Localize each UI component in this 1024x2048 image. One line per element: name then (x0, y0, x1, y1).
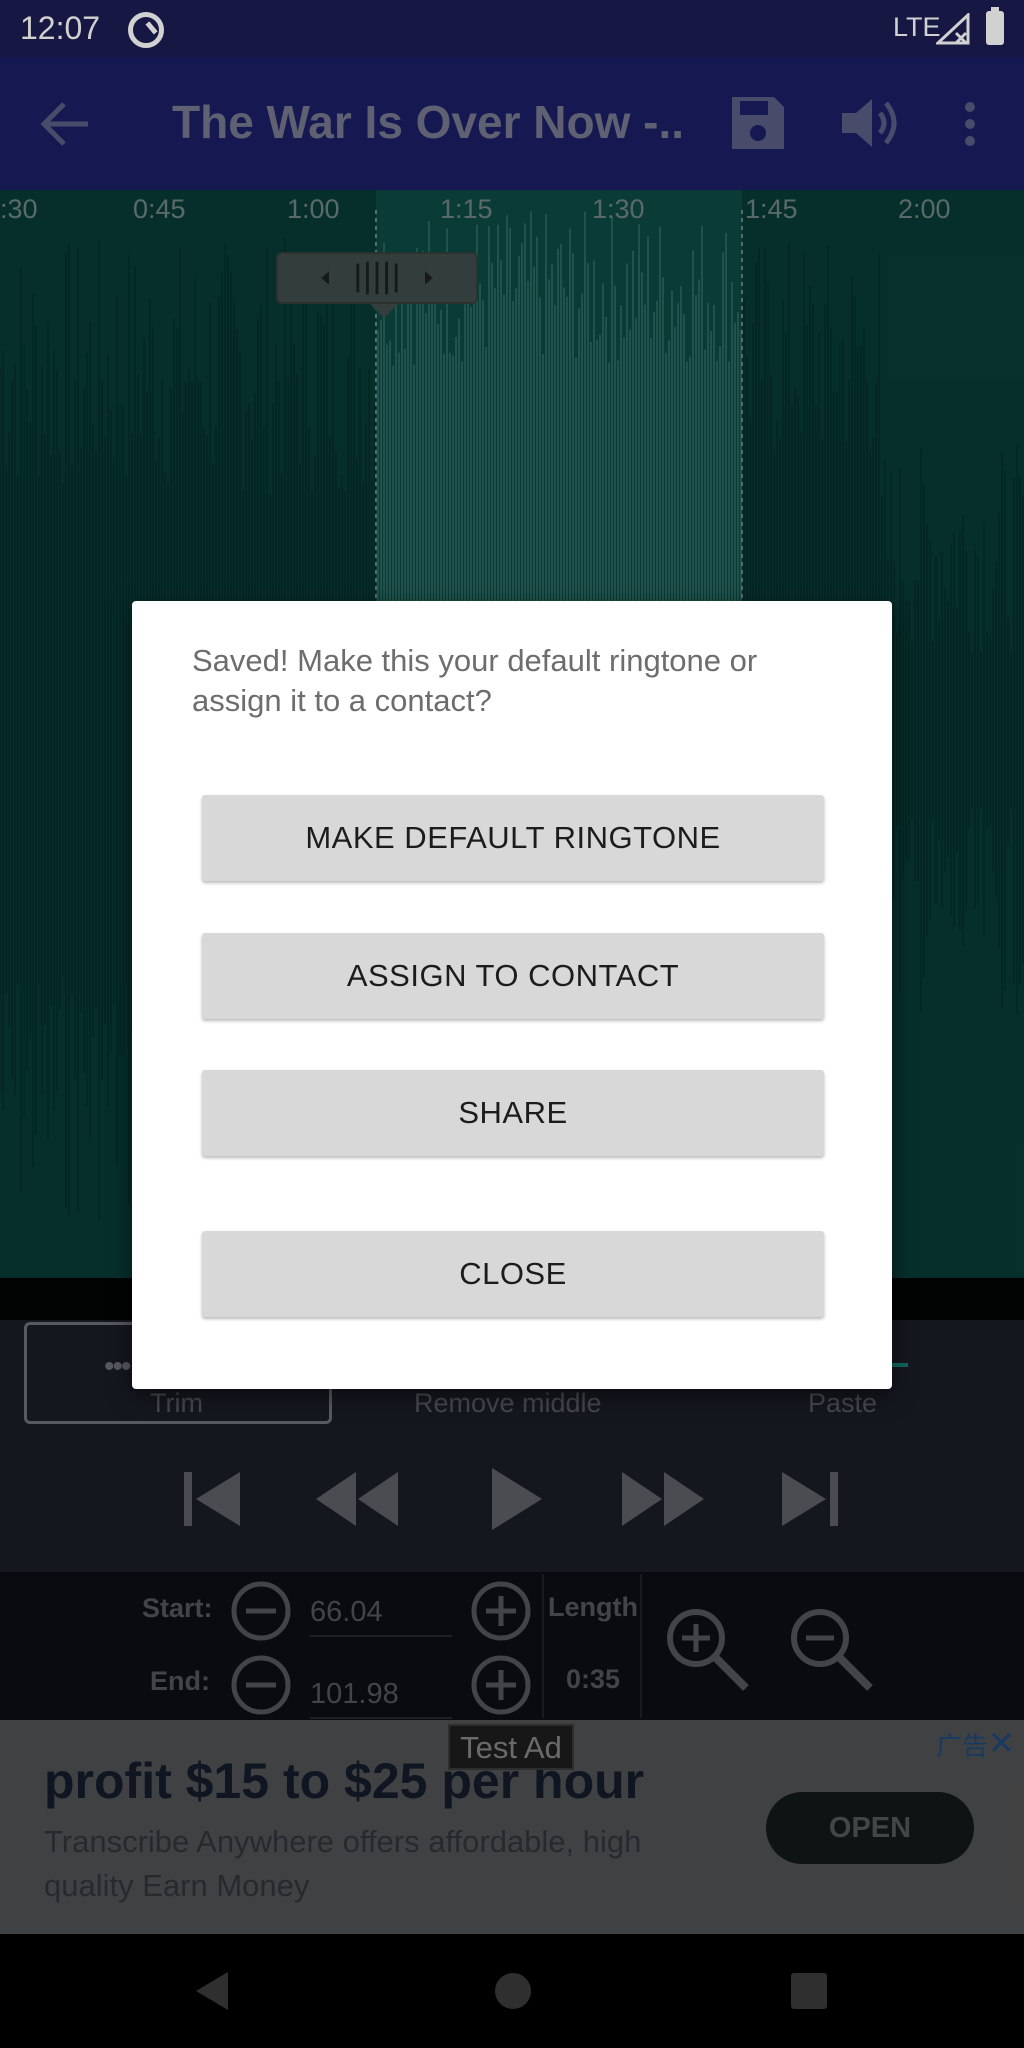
dialog-message: Saved! Make this your default ringtone o… (192, 643, 758, 718)
status-scrim (0, 0, 1024, 57)
close-button[interactable]: CLOSE (202, 1231, 824, 1317)
share-button[interactable]: SHARE (202, 1070, 824, 1156)
nav-recents-icon[interactable] (786, 1968, 832, 2014)
make-default-ringtone-button[interactable]: MAKE DEFAULT RINGTONE (202, 795, 824, 881)
nav-back-icon[interactable] (190, 1968, 236, 2014)
save-dialog: Saved! Make this your default ringtone o… (132, 601, 892, 1389)
nav-home-icon[interactable] (490, 1968, 536, 2014)
assign-to-contact-button[interactable]: ASSIGN TO CONTACT (202, 933, 824, 1019)
